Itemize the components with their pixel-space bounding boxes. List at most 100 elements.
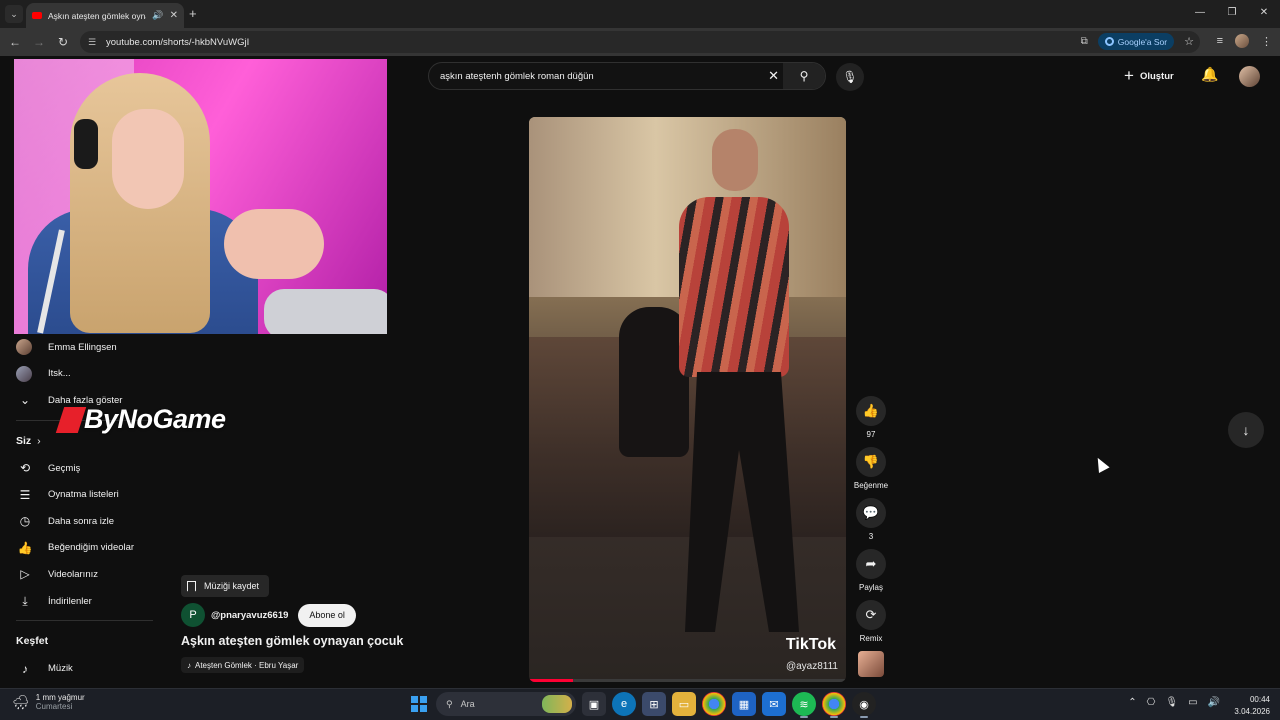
chevron-down-icon: ⌄ [19, 393, 31, 408]
channel-avatar[interactable]: P [181, 603, 205, 627]
sidebar-section-explore: Keşfet [0, 627, 153, 655]
voice-search-icon[interactable]: 🎙 [836, 63, 864, 91]
sound-thumbnail[interactable] [858, 651, 884, 677]
sidebar-item-label: Itsk... [48, 368, 71, 380]
google-sor-button[interactable]: Google'a Sor [1097, 33, 1175, 50]
google-lens-icon [1104, 37, 1114, 46]
sidebar-item-label: Daha sonra izle [48, 515, 115, 527]
sidebar-item-music[interactable]: ♪ Müzik [0, 655, 153, 682]
bookmark-star-icon[interactable]: ☆ [1184, 35, 1194, 48]
dislike-button[interactable]: 👎 [856, 447, 886, 477]
profile-avatar[interactable] [1235, 34, 1249, 48]
edge-icon[interactable]: e [612, 692, 636, 716]
weather-text: 1 mm yağmur [35, 693, 85, 702]
chrome-icon[interactable] [702, 692, 726, 716]
account-avatar[interactable] [1239, 66, 1260, 87]
share-button[interactable]: ➦ [856, 549, 886, 579]
speaker-icon[interactable]: 🔊 [152, 10, 163, 21]
save-music-label: Müziği kaydet [204, 581, 260, 591]
close-window-button[interactable]: ✕ [1248, 0, 1280, 28]
clock-date: 3.04.2026 [1234, 707, 1270, 716]
google-sor-label: Google'a Sor [1117, 36, 1168, 47]
site-info-icon[interactable]: ☰ [88, 37, 100, 48]
sidebar-item-subscription[interactable]: Emma Ellingsen [0, 334, 153, 361]
create-button[interactable]: + Oluştur [1124, 64, 1174, 88]
channel-avatar [16, 339, 32, 356]
taskbar-search[interactable]: ⚲ Ara [436, 692, 576, 716]
sidebar-item-playlists[interactable]: ☰ Oynatma listeleri [0, 481, 153, 508]
start-button[interactable] [408, 693, 430, 715]
omnibox-actions: ⧉ Google'a Sor ☆ [1081, 33, 1194, 50]
store-icon[interactable]: ⊞ [642, 692, 666, 716]
comments-button[interactable]: 💬 [856, 498, 886, 528]
download-icon: ⤓ [22, 593, 28, 608]
next-short-button[interactable]: ↓ [1228, 412, 1264, 448]
task-view-icon[interactable]: ▣ [582, 692, 606, 716]
rain-cloud-icon: 🌧 [12, 693, 30, 710]
address-bar[interactable]: ☰ youtube.com/shorts/-hkbNVuWGjI ⧉ Googl… [80, 31, 1200, 53]
shorts-actions: 👍 97 👎 Beğenme 💬 3 ➦ Paylaş ⟳ Remix [853, 396, 889, 685]
like-button[interactable]: 👍 [856, 396, 886, 426]
forward-icon[interactable]: → [27, 35, 51, 49]
obs-icon[interactable]: ◉ [852, 692, 876, 718]
tab-search-button[interactable]: ⌄ [5, 5, 23, 23]
comment-count: 3 [868, 532, 874, 541]
liked-icon: 👍 [17, 540, 33, 555]
video-progress-bar[interactable] [529, 679, 846, 682]
sidebar-item-watch-later[interactable]: ◷ Daha sonra izle [0, 508, 153, 535]
taskbar-clock[interactable]: 00:44 3.04.2026 [1234, 694, 1270, 718]
sidebar-item-history[interactable]: ⟲ Geçmiş [0, 455, 153, 482]
microphone-icon[interactable]: 🎙 [1165, 697, 1178, 708]
browser-menu-icon[interactable]: ⋮ [1261, 35, 1272, 48]
display-icon[interactable]: ▭ [1188, 697, 1197, 708]
search-button[interactable]: ⚲ [783, 63, 825, 89]
sidebar-item-subscription[interactable]: Itsk... [0, 361, 153, 388]
logo-text: ByNoGame [84, 404, 226, 434]
sidebar-item-your-videos[interactable]: ▷ Videolarınız [0, 561, 153, 588]
spotify-icon[interactable]: ≋ [792, 692, 816, 718]
bynogame-logo: ByNoGame [55, 404, 226, 435]
browser-tab[interactable]: Aşkın ateşten gömlek oyna 🔊 ✕ [26, 3, 184, 28]
remix-button[interactable]: ⟳ [856, 600, 886, 630]
shorts-video-player[interactable]: TikTok @ayaz8111 [529, 117, 846, 682]
file-explorer-icon[interactable]: ▭ [672, 692, 696, 716]
browser-extensions: ≡ ⋮ [1217, 34, 1272, 48]
sidebar-item-label: Geçmiş [48, 462, 81, 474]
youtube-favicon-icon [32, 12, 42, 19]
channel-name[interactable]: @pnaryavuz6619 [211, 610, 288, 621]
sidebar: Emma Ellingsen Itsk... ⌄ Daha fazla göst… [0, 334, 153, 682]
song-chip[interactable]: ♪ Ateşten Gömlek · Ebru Yaşar [181, 657, 305, 673]
cast-icon[interactable]: ⧉ [1081, 36, 1088, 47]
tiktok-watermark: TikTok [785, 636, 836, 653]
sidebar-item-liked-videos[interactable]: 👍 Beğendiğim videolar [0, 535, 153, 562]
weather-day: Cumartesi [35, 702, 73, 711]
tab-search-icon[interactable]: ≡ [1217, 35, 1223, 47]
like-count: 97 [866, 430, 876, 439]
back-icon[interactable]: ← [3, 35, 27, 49]
playlists-icon: ☰ [19, 487, 31, 502]
history-icon: ⟲ [19, 461, 31, 476]
windows-taskbar: 🌧 1 mm yağmur Cumartesi ⚲ Ara ▣ e ⊞ ▭ ▦ … [0, 688, 1280, 720]
search-box[interactable]: aşkın ateştenh gömlek roman düğün ✕ ⚲ [428, 62, 826, 90]
save-music-button[interactable]: Müziği kaydet [181, 575, 270, 597]
sidebar-item-downloads[interactable]: ⤓ İndirilenler [0, 588, 153, 615]
weather-widget[interactable]: 🌧 1 mm yağmur Cumartesi [12, 693, 85, 711]
calculator-icon[interactable]: ▦ [732, 692, 756, 716]
tray-chevron-icon[interactable]: ⌃ [1128, 697, 1136, 708]
restore-button[interactable]: ❐ [1216, 0, 1248, 28]
search-input[interactable]: aşkın ateştenh gömlek roman düğün [440, 71, 594, 82]
minimize-button[interactable]: — [1184, 0, 1216, 28]
outlook-icon[interactable]: ✉ [762, 692, 786, 716]
bookmark-icon [187, 580, 196, 592]
tiktok-handle: @ayaz8111 [785, 661, 838, 672]
close-tab-icon[interactable]: ✕ [170, 10, 178, 21]
subscribe-button[interactable]: Abone ol [298, 603, 356, 627]
clear-search-icon[interactable]: ✕ [768, 68, 779, 84]
notifications-bell-icon[interactable]: 🔔 [1201, 66, 1218, 83]
new-tab-button[interactable]: + [189, 6, 197, 21]
volume-icon[interactable]: 🔊 [1208, 697, 1220, 708]
network-icon[interactable]: ⎔ [1147, 697, 1156, 708]
chrome-active-icon[interactable] [822, 692, 846, 718]
reload-icon[interactable]: ↻ [51, 35, 75, 49]
browser-tab-strip: ⌄ Aşkın ateşten gömlek oyna 🔊 ✕ + — ❐ ✕ [0, 0, 1280, 28]
